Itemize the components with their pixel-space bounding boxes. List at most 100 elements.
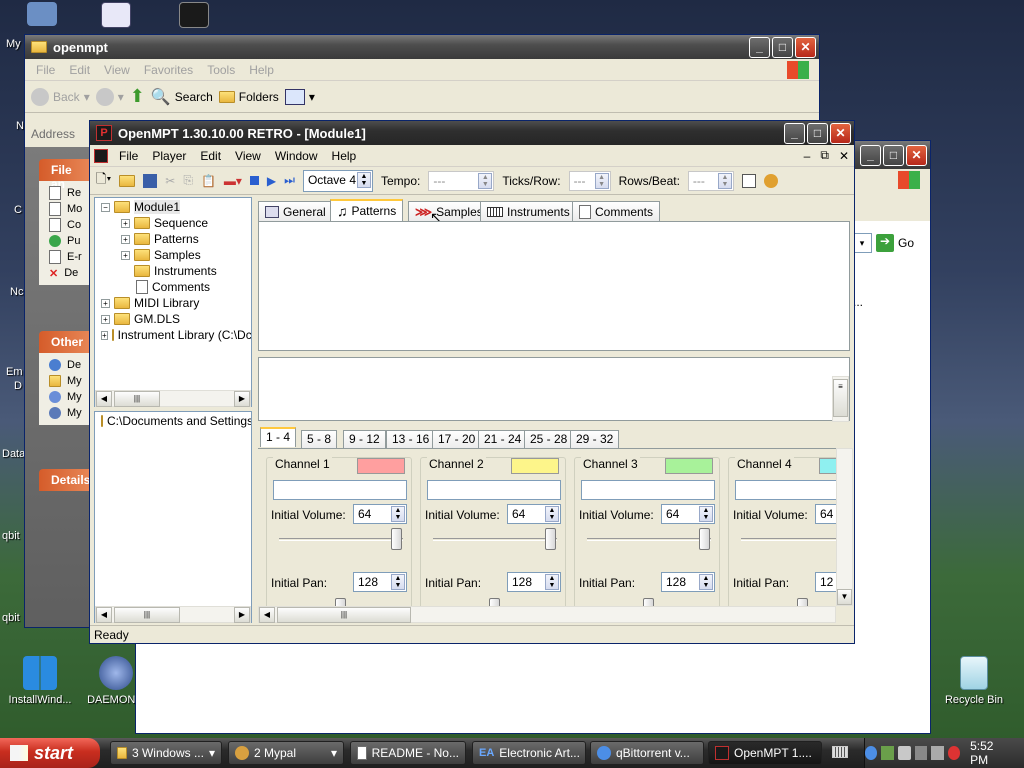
- about-icon[interactable]: [763, 173, 778, 188]
- channel-tab-13-16[interactable]: 13 - 16: [386, 430, 436, 448]
- maximize-button[interactable]: □: [807, 122, 828, 144]
- folders-button[interactable]: Folders: [218, 90, 279, 104]
- volume-slider-thumb[interactable]: [699, 528, 710, 550]
- channel-tab-1-4[interactable]: 1 - 4: [260, 427, 297, 447]
- views-button[interactable]: ▾: [284, 88, 315, 105]
- child-restore-button[interactable]: ⧉: [815, 148, 834, 163]
- scroll-left-button[interactable]: ◀: [96, 607, 112, 623]
- initial-volume-input[interactable]: 64 ▲ ▼: [507, 504, 561, 524]
- open-folder-icon[interactable]: [119, 174, 136, 187]
- channel-color-swatch[interactable]: [819, 458, 836, 474]
- tempo-input[interactable]: --- ▲ ▼: [428, 170, 495, 191]
- stop-icon[interactable]: [249, 176, 259, 185]
- maximize-button[interactable]: □: [772, 36, 793, 58]
- channel-color-swatch[interactable]: [357, 458, 405, 474]
- browser-hscrollbar[interactable]: ◀ ||| ▶: [95, 606, 251, 623]
- pan-slider-thumb[interactable]: [489, 598, 500, 606]
- taskbar-button[interactable]: EA Electronic Art...: [472, 741, 586, 765]
- tab-general[interactable]: General: [258, 201, 333, 221]
- task-item[interactable]: E-r: [49, 249, 85, 265]
- menu-edit[interactable]: Edit: [62, 63, 97, 77]
- scroll-left-button[interactable]: ◀: [259, 607, 275, 623]
- initial-pan-input[interactable]: 128 ▲ ▼: [353, 572, 407, 592]
- scroll-right-button[interactable]: ▶: [234, 607, 250, 623]
- octave-spinner[interactable]: Octave 4 ▲ ▼: [302, 169, 373, 192]
- initial-volume-input[interactable]: 64 ▲ ▼: [661, 504, 715, 524]
- minimize-button[interactable]: _: [784, 122, 805, 144]
- place-item[interactable]: My: [49, 405, 85, 421]
- place-item[interactable]: De: [49, 357, 85, 373]
- channels-hscrollbar[interactable]: ◀ |||: [258, 606, 836, 623]
- desktop-icon-installwindows[interactable]: InstallWind...: [0, 656, 80, 706]
- back-button[interactable]: Back ▾: [31, 87, 90, 106]
- copy-icon[interactable]: ⎘: [183, 173, 193, 188]
- tree-item-module1[interactable]: − Module1: [101, 200, 181, 214]
- start-button[interactable]: start: [0, 738, 100, 768]
- rows-input[interactable]: --- ▲ ▼: [687, 170, 734, 191]
- tree-item-samples[interactable]: + Samples: [121, 248, 201, 262]
- initial-pan-input[interactable]: 12: [815, 572, 836, 592]
- scroll-thumb[interactable]: |||: [114, 391, 160, 407]
- channel-tab-25-28[interactable]: 25 - 28: [524, 430, 574, 448]
- channel-name-input[interactable]: [273, 480, 407, 500]
- tree-item-comments[interactable]: Comments: [136, 280, 210, 294]
- task-item[interactable]: Co: [49, 217, 85, 233]
- channel-color-swatch[interactable]: [665, 458, 713, 474]
- close-button[interactable]: ✕: [795, 36, 816, 58]
- play-icon[interactable]: ▶: [267, 174, 276, 188]
- up-folder-button[interactable]: ⬆: [130, 86, 145, 107]
- channel-tab-17-20[interactable]: 17 - 20: [432, 430, 482, 448]
- tree-item-sequence[interactable]: + Sequence: [121, 216, 208, 230]
- tempo-spin-buttons[interactable]: ▲ ▼: [478, 172, 493, 189]
- qbittorrent-tray-icon[interactable]: [864, 746, 878, 760]
- rows-spin-buttons[interactable]: ▲ ▼: [717, 172, 732, 189]
- paste-icon[interactable]: 📋: [201, 174, 216, 188]
- address-dropdown[interactable]: ▾: [852, 233, 872, 253]
- task-item[interactable]: ✕ De: [49, 265, 85, 281]
- maximize-button[interactable]: □: [883, 144, 904, 166]
- menu-help[interactable]: Help: [242, 63, 281, 77]
- channel-tab-21-24[interactable]: 21 - 24: [478, 430, 528, 448]
- close-button[interactable]: ✕: [906, 144, 927, 166]
- channel-name-input[interactable]: [735, 480, 836, 500]
- scroll-thumb[interactable]: ≡: [833, 379, 848, 417]
- channel-name-input[interactable]: [427, 480, 561, 500]
- pan-spin-buttons[interactable]: ▲ ▼: [391, 574, 405, 590]
- desktop-icon-top1[interactable]: [2, 2, 82, 30]
- ticks-spin-buttons[interactable]: ▲ ▼: [594, 172, 609, 189]
- tree-item-instruments[interactable]: Instruments: [134, 264, 217, 278]
- openmpt-titlebar[interactable]: P OpenMPT 1.30.10.00 RETRO - [Module1] _…: [90, 121, 854, 145]
- menu-favorites[interactable]: Favorites: [137, 63, 200, 77]
- menu-help[interactable]: Help: [325, 149, 364, 163]
- desktop-icon-recycle-bin[interactable]: Recycle Bin: [934, 656, 1014, 706]
- pattern-area[interactable]: [258, 221, 850, 351]
- menu-player[interactable]: Player: [145, 149, 193, 163]
- child-minimize-button[interactable]: –: [799, 149, 816, 163]
- pan-spin-buttons[interactable]: ▲ ▼: [545, 574, 559, 590]
- settings-icon[interactable]: [741, 173, 756, 188]
- taskbar-button[interactable]: 2 Mypal ▾: [228, 741, 344, 765]
- channels-vscrollbar[interactable]: ▼: [836, 448, 853, 606]
- tab-samples[interactable]: ⋙ Samples: [408, 201, 490, 221]
- taskbar-button-active[interactable]: OpenMPT 1....: [708, 741, 822, 765]
- channel-color-swatch[interactable]: [511, 458, 559, 474]
- initial-pan-input[interactable]: 128 ▲ ▼: [507, 572, 561, 592]
- volume-tray-icon[interactable]: [914, 746, 928, 760]
- task-item[interactable]: Mo: [49, 201, 85, 217]
- channel-tab-9-12[interactable]: 9 - 12: [343, 430, 386, 448]
- volume-slider-thumb[interactable]: [391, 528, 402, 550]
- initial-volume-input[interactable]: 64 ▲ ▼: [353, 504, 407, 524]
- play-pattern-icon[interactable]: ⏭: [284, 173, 295, 188]
- taskbar-button[interactable]: 3 Windows ... ▾: [110, 741, 222, 765]
- volume-spin-buttons[interactable]: ▲ ▼: [699, 506, 713, 522]
- place-item[interactable]: My: [49, 389, 85, 405]
- menu-view[interactable]: View: [97, 63, 137, 77]
- menu-file[interactable]: File: [29, 63, 62, 77]
- cut-icon[interactable]: ✂: [165, 174, 175, 188]
- task-item[interactable]: Pu: [49, 233, 85, 249]
- tab-patterns[interactable]: ♫ Patterns: [330, 199, 404, 221]
- volume-spin-buttons[interactable]: ▲ ▼: [545, 506, 559, 522]
- tab-instruments[interactable]: Instruments: [480, 201, 577, 221]
- go-button[interactable]: ➔ Go: [876, 233, 920, 253]
- volume-slider-track[interactable]: [279, 538, 403, 541]
